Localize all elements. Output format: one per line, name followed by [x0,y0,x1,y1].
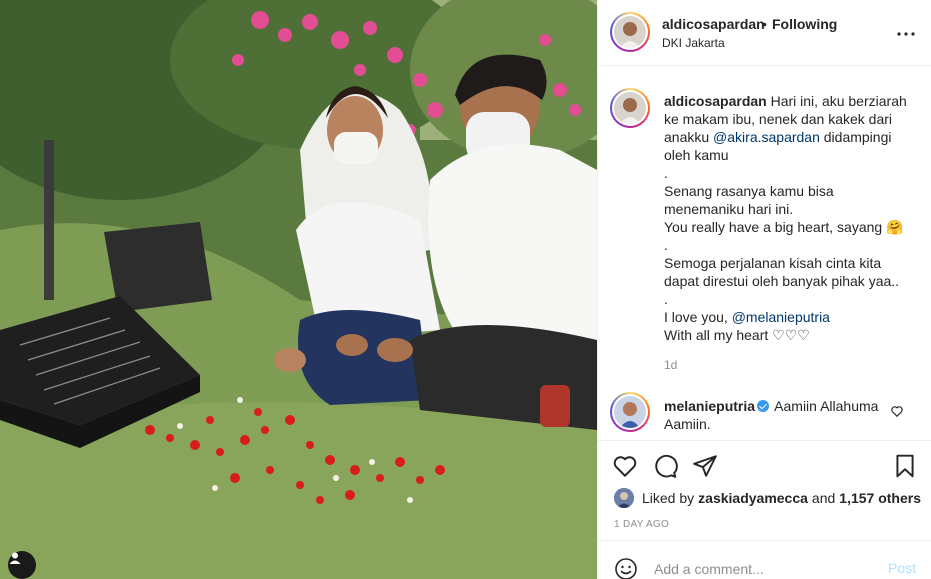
post-side-panel: aldicosapardan • Following DKI Jakarta a… [597,0,931,579]
commenter-username[interactable]: melanieputria [664,398,755,414]
more-horizontal-icon[interactable] [894,22,918,46]
post-actions: Liked by zaskiadyamecca and 1,157 others… [598,440,931,540]
author-avatar[interactable] [610,12,650,52]
liker-avatar[interactable] [614,488,634,508]
post-caption: aldicosapardan Hari ini, aku berziarah k… [664,92,912,344]
comment-like-heart-icon[interactable] [890,404,904,418]
verified-badge-icon [757,400,770,412]
likes-count[interactable]: 1,157 others [839,490,921,506]
post-date[interactable]: 1 DAY AGO [614,519,669,530]
caption-text: Semoga perjalanan kisah cinta kita dapat… [664,255,900,289]
add-comment-bar: Post [598,540,931,579]
paper-plane-icon[interactable] [692,453,718,479]
comment-bubble-icon[interactable] [652,453,678,479]
caption-username[interactable]: aldicosapardan [664,93,767,109]
likes-prefix: Liked by [642,490,695,506]
heart-icon[interactable] [612,453,638,479]
comments-list[interactable]: aldicosapardan Hari ini, aku berziarah k… [598,66,931,438]
smiley-icon[interactable] [614,557,638,579]
caption-text: With all my heart ♡♡♡ [664,327,810,343]
caption-dot: . [664,165,668,181]
commenter-avatar[interactable] [610,392,650,432]
caption-dot: . [664,291,668,307]
mention-link[interactable]: @akira.sapardan [713,129,820,145]
caption-author-avatar[interactable] [610,88,650,128]
comment-item: melanieputria Aamiin Allahuma Aamiin. [664,397,884,433]
mention-link[interactable]: @melanieputria [732,309,830,325]
comment-input[interactable] [654,559,874,579]
likes-and: and [811,490,836,506]
following-button[interactable]: Following [772,16,837,32]
post-comment-button[interactable]: Post [888,560,916,576]
likes-summary[interactable]: Liked by zaskiadyamecca and 1,157 others [614,487,921,509]
caption-dot: . [664,237,668,253]
post-location[interactable]: DKI Jakarta [662,36,725,50]
caption-timestamp[interactable]: 1d [664,358,677,372]
caption-text: Senang rasanya kamu bisa menemaniku hari… [664,183,834,217]
post-photo[interactable] [0,0,597,579]
author-username[interactable]: aldicosapardan [662,16,765,32]
bookmark-icon[interactable] [892,453,918,479]
post-photo-scene [0,0,597,579]
user-tag-icon[interactable] [8,551,36,579]
caption-text: You really have a big heart, sayang 🤗 [664,219,904,235]
caption-text: I love you, [664,309,732,325]
liker-username[interactable]: zaskiadyamecca [698,490,808,506]
header-separator: • [762,16,767,32]
post-header: aldicosapardan • Following DKI Jakarta [598,0,931,66]
